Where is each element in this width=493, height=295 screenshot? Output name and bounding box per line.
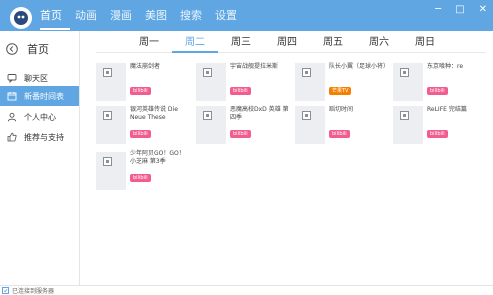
sidebar-item-label: 聊天区 bbox=[24, 73, 48, 83]
window-controls: ─ □ ✕ bbox=[435, 4, 487, 15]
sidebar-item-schedule[interactable]: 新番时间表 bbox=[0, 86, 79, 106]
image-placeholder-icon bbox=[203, 111, 212, 120]
anime-title: 队长小翼（足球小将） bbox=[329, 63, 390, 70]
tab-friday[interactable]: 周五 bbox=[310, 33, 356, 53]
platform-badge: bilibili bbox=[230, 130, 251, 138]
sidebar-item-label: 推荐与支持 bbox=[24, 132, 64, 142]
sidebar-item-profile[interactable]: 个人中心 bbox=[0, 107, 79, 127]
app-logo bbox=[10, 7, 32, 29]
anime-title: 少年阿贝GO！GO！小芝麻 第3季 bbox=[130, 150, 185, 165]
anime-card[interactable]: 队长小翼（足球小将） 芒果TV bbox=[295, 63, 390, 101]
user-icon bbox=[7, 112, 17, 122]
nav-anime[interactable]: 动画 bbox=[75, 0, 97, 31]
sidebar-item-recommend[interactable]: 推荐与支持 bbox=[0, 127, 79, 147]
image-placeholder-icon bbox=[103, 68, 112, 77]
anime-card[interactable]: 少年阿贝GO！GO！小芝麻 第3季 bilibili bbox=[96, 150, 188, 190]
cover-placeholder bbox=[96, 152, 126, 190]
tab-wednesday[interactable]: 周三 bbox=[218, 33, 264, 53]
nav-settings[interactable]: 设置 bbox=[215, 0, 237, 31]
nav-search[interactable]: 搜索 bbox=[180, 0, 202, 31]
thumbs-up-icon bbox=[7, 132, 17, 142]
top-nav: 首页 动画 漫画 美图 搜索 设置 bbox=[40, 0, 250, 31]
image-placeholder-icon bbox=[103, 111, 112, 120]
cover-placeholder bbox=[196, 106, 226, 144]
active-tab-indicator bbox=[172, 51, 218, 53]
logo-icon bbox=[14, 11, 28, 25]
image-placeholder-icon bbox=[103, 157, 112, 166]
top-bar: 首页 动画 漫画 美图 搜索 设置 ─ □ ✕ bbox=[0, 0, 493, 31]
chat-icon bbox=[7, 73, 17, 83]
anime-card[interactable]: 东京喰种：re bilibili bbox=[393, 63, 485, 101]
nav-home[interactable]: 首页 bbox=[40, 0, 62, 31]
anime-title: 宇宙战舰提拉米斯 bbox=[230, 63, 279, 70]
platform-badge: bilibili bbox=[329, 130, 350, 138]
checkbox-icon bbox=[2, 287, 9, 294]
cover-placeholder bbox=[393, 63, 423, 101]
platform-badge: bilibili bbox=[130, 174, 151, 182]
sidebar-home-label: 首页 bbox=[27, 43, 49, 56]
sidebar-home[interactable]: 首页 bbox=[6, 41, 49, 57]
image-placeholder-icon bbox=[203, 68, 212, 77]
calendar-icon bbox=[7, 91, 17, 101]
nav-manga[interactable]: 漫画 bbox=[110, 0, 132, 31]
platform-badge: 芒果TV bbox=[329, 87, 352, 95]
anime-title: 蹈切时间 bbox=[329, 106, 354, 113]
tabs-divider bbox=[96, 52, 486, 53]
cover-placeholder bbox=[196, 63, 226, 101]
anime-card[interactable]: 宇宙战舰提拉米斯 bilibili bbox=[196, 63, 288, 101]
cover-placeholder bbox=[96, 63, 126, 101]
anime-title: 恶魔高校DxD 英雄 第四季 bbox=[230, 106, 289, 121]
sidebar-item-label: 个人中心 bbox=[24, 112, 56, 122]
tab-monday[interactable]: 周一 bbox=[126, 33, 172, 53]
weekday-tabs: 周一 周二 周三 周四 周五 周六 周日 bbox=[126, 33, 448, 53]
sidebar-item-label: 新番时间表 bbox=[24, 91, 64, 101]
platform-badge: bilibili bbox=[130, 130, 151, 138]
platform-badge: bilibili bbox=[427, 130, 448, 138]
close-button[interactable]: ✕ bbox=[479, 4, 487, 15]
sidebar: 首页 聊天区 新番时间表 个人中心 推荐与支持 bbox=[0, 31, 80, 285]
platform-badge: bilibili bbox=[230, 87, 251, 95]
image-placeholder-icon bbox=[400, 68, 409, 77]
platform-badge: bilibili bbox=[130, 87, 151, 95]
cover-placeholder bbox=[295, 63, 325, 101]
image-placeholder-icon bbox=[302, 111, 311, 120]
platform-badge: bilibili bbox=[427, 87, 448, 95]
back-arrow-icon bbox=[6, 43, 18, 55]
image-placeholder-icon bbox=[400, 111, 409, 120]
nav-pictures[interactable]: 美图 bbox=[145, 0, 167, 31]
sidebar-item-chat[interactable]: 聊天区 bbox=[0, 68, 79, 88]
maximize-button[interactable]: □ bbox=[455, 4, 464, 15]
minimize-button[interactable]: ─ bbox=[435, 4, 441, 15]
anime-card[interactable]: 银河英雄传说 Die Neue These bilibili bbox=[96, 106, 188, 144]
cover-placeholder bbox=[96, 106, 126, 144]
image-placeholder-icon bbox=[302, 68, 311, 77]
anime-title: ReLIFE 完结篇 bbox=[427, 106, 467, 113]
tab-thursday[interactable]: 周四 bbox=[264, 33, 310, 53]
cover-placeholder bbox=[393, 106, 423, 144]
anime-card[interactable]: 蹈切时间 bilibili bbox=[295, 106, 387, 144]
tab-sunday[interactable]: 周日 bbox=[402, 33, 448, 53]
anime-title: 银河英雄传说 Die Neue These bbox=[130, 106, 178, 121]
anime-card[interactable]: ReLIFE 完结篇 bilibili bbox=[393, 106, 485, 144]
cover-placeholder bbox=[295, 106, 325, 144]
nav-active-indicator bbox=[40, 28, 70, 30]
anime-card[interactable]: 魔法崩剑者 bilibili bbox=[96, 63, 188, 101]
anime-title: 魔法崩剑者 bbox=[130, 63, 161, 70]
tab-tuesday[interactable]: 周二 bbox=[172, 33, 218, 53]
tab-saturday[interactable]: 周六 bbox=[356, 33, 402, 53]
anime-title: 东京喰种：re bbox=[427, 63, 464, 70]
anime-card[interactable]: 恶魔高校DxD 英雄 第四季 bilibili bbox=[196, 106, 289, 144]
